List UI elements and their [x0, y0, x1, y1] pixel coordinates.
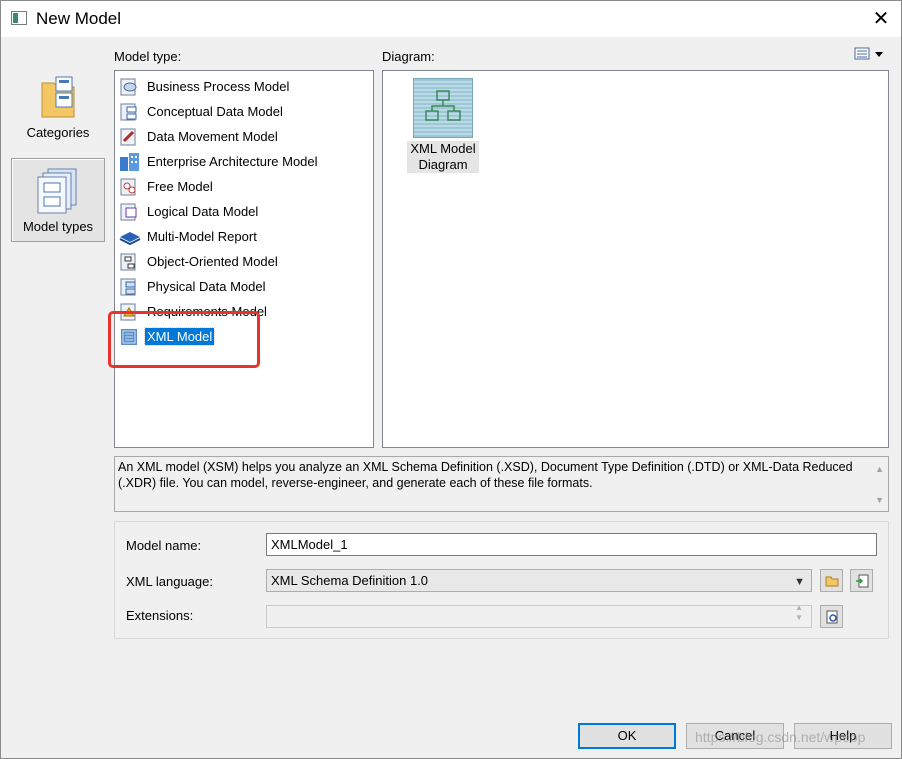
conceptual-data-model-icon — [120, 103, 137, 120]
object-oriented-model-icon — [120, 253, 136, 270]
import-button[interactable] — [850, 569, 873, 592]
properties-icon — [826, 610, 837, 623]
cancel-button[interactable]: Cancel — [686, 723, 784, 749]
model-types-label: Model types — [22, 219, 94, 234]
requirements-model-icon — [120, 303, 136, 320]
title-bar: New Model ✕ — [1, 1, 901, 37]
diagram-heading: Diagram: — [382, 49, 435, 64]
description-text: An XML model (XSM) helps you analyze an … — [118, 460, 853, 490]
xml-language-select[interactable]: XML Schema Definition 1.0 ▼ — [266, 569, 812, 592]
model-type-item-object-oriented[interactable]: Object-Oriented Model — [119, 249, 373, 274]
model-type-label: Business Process Model — [147, 79, 290, 94]
model-type-label: XML Model — [143, 327, 216, 346]
close-button[interactable]: ✕ — [867, 5, 895, 33]
folder-icon — [825, 576, 838, 586]
model-type-label: Multi-Model Report — [147, 229, 257, 244]
extensions-label: Extensions: — [126, 608, 194, 623]
window-title: New Model — [36, 9, 122, 28]
diagram-item-caption: XML Model Diagram — [407, 141, 479, 173]
xml-language-label: XML language: — [126, 574, 213, 589]
model-types-button[interactable]: Model types — [11, 158, 105, 242]
xml-model-icon — [121, 328, 137, 345]
model-type-label: Data Movement Model — [147, 129, 278, 144]
model-description: An XML model (XSM) helps you analyze an … — [114, 456, 889, 512]
model-name-input[interactable]: XMLModel_1 — [266, 533, 877, 556]
model-type-label: Enterprise Architecture Model — [147, 154, 318, 169]
model-type-label: Conceptual Data Model — [147, 104, 283, 119]
model-type-list[interactable]: Business Process Model Conceptual Data M… — [114, 70, 374, 448]
model-type-item-free[interactable]: Free Model — [119, 174, 373, 199]
model-type-item-multi-model-report[interactable]: Multi-Model Report — [119, 224, 373, 249]
model-type-label: Physical Data Model — [147, 279, 266, 294]
model-type-item-conceptual-data[interactable]: Conceptual Data Model — [119, 99, 373, 124]
logical-data-model-icon — [120, 203, 137, 220]
categories-label: Categories — [26, 125, 90, 140]
scroll-down-icon[interactable]: ▼ — [875, 492, 884, 508]
list-view-icon — [854, 47, 883, 60]
extensions-properties-button[interactable] — [820, 605, 843, 628]
extensions-field[interactable]: ▲ ▼ — [266, 603, 812, 628]
ok-button[interactable]: OK — [578, 723, 676, 749]
model-type-item-enterprise-architecture[interactable]: Enterprise Architecture Model — [119, 149, 373, 174]
spinner-icon: ▲ ▼ — [795, 603, 803, 622]
model-type-label: Logical Data Model — [147, 204, 259, 219]
model-types-icon — [37, 168, 77, 214]
model-type-label: Free Model — [147, 179, 213, 194]
enterprise-architecture-model-icon — [120, 152, 139, 171]
model-type-item-data-movement[interactable]: Data Movement Model — [119, 124, 373, 149]
diagram-item-xml-model-diagram[interactable]: XML Model Diagram — [407, 78, 479, 173]
view-mode-button[interactable] — [854, 45, 886, 63]
chevron-down-icon: ▼ — [794, 576, 805, 588]
multi-model-report-icon — [119, 231, 141, 245]
folder-categories-icon — [41, 76, 75, 118]
model-type-item-logical-data[interactable]: Logical Data Model — [119, 199, 373, 224]
window-icon — [11, 11, 27, 25]
model-type-label: Requirements Model — [147, 304, 267, 319]
model-type-label: Object-Oriented Model — [147, 254, 278, 269]
free-model-icon — [120, 178, 136, 195]
physical-data-model-icon — [120, 278, 136, 295]
model-type-heading: Model type: — [114, 49, 182, 64]
help-button[interactable]: Help — [794, 723, 892, 749]
diagram-caption-line2: Diagram — [418, 157, 468, 172]
xml-model-diagram-icon — [413, 78, 473, 138]
model-type-item-xml[interactable]: XML Model — [119, 324, 373, 349]
scroll-up-icon[interactable]: ▲ — [875, 461, 884, 477]
xml-language-value: XML Schema Definition 1.0 — [271, 573, 429, 588]
model-properties-panel: Model name: XMLModel_1 XML language: XML… — [114, 521, 889, 639]
import-icon — [855, 574, 868, 587]
model-type-item-physical-data[interactable]: Physical Data Model — [119, 274, 373, 299]
data-movement-model-icon — [120, 128, 136, 145]
model-type-item-requirements[interactable]: Requirements Model — [119, 299, 373, 324]
new-model-dialog: New Model ✕ Categories Model types Model… — [0, 0, 902, 759]
categories-button[interactable]: Categories — [11, 73, 105, 143]
model-name-label: Model name: — [126, 538, 202, 553]
business-process-model-icon — [120, 78, 137, 95]
browse-folder-button[interactable] — [820, 569, 843, 592]
diagram-caption-line1: XML Model — [410, 141, 476, 156]
model-type-item-business-process[interactable]: Business Process Model — [119, 74, 373, 99]
